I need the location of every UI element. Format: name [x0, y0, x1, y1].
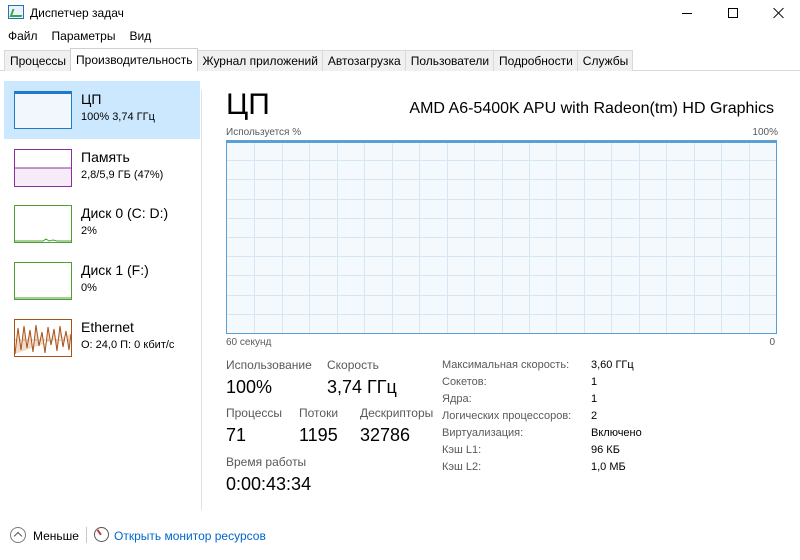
maximize-button[interactable]: [710, 0, 756, 26]
uptime-label: Время работы: [226, 455, 307, 469]
tab-performance[interactable]: Производительность: [70, 48, 198, 71]
usage-label: Использование: [226, 358, 312, 372]
info-l2-value: 1,0 МБ: [591, 461, 626, 473]
sidebar-item-value: 0%: [81, 282, 97, 294]
memory-thumbnail-graph: [15, 167, 71, 186]
sidebar-item-value: О: 24,0 П: 0 кбит/с: [81, 339, 175, 351]
cpu-usage-graph: [226, 140, 777, 334]
info-logical-label: Логических процессоров:: [442, 410, 572, 422]
menu-file[interactable]: Файл: [0, 26, 44, 46]
menu-bar: Файл Параметры Вид: [0, 26, 157, 46]
sidebar-item-label: Ethernet: [81, 319, 134, 335]
minimize-button[interactable]: [664, 0, 710, 26]
sidebar-item-disk0[interactable]: Диск 0 (C: D:) 2%: [4, 195, 200, 253]
sidebar-item-label: ЦП: [81, 91, 102, 107]
graph-axis-zero: 0: [769, 337, 775, 348]
graph-label-max: 100%: [752, 127, 778, 138]
footer-divider: [86, 527, 87, 543]
info-cores-label: Ядра:: [442, 393, 472, 405]
info-logical-value: 2: [591, 410, 598, 422]
handles-label: Дескрипторы: [360, 406, 434, 420]
usage-value: 100%: [226, 377, 273, 397]
uptime-value: 0:00:43:34: [226, 474, 312, 494]
info-cores-value: 1: [591, 393, 598, 405]
info-virtualization-value: Включено: [591, 427, 642, 439]
info-l1-label: Кэш L1:: [442, 444, 482, 456]
sidebar-item-cpu[interactable]: ЦП 100% 3,74 ГГц: [4, 81, 200, 139]
sidebar-item-label: Память: [81, 149, 130, 165]
processes-label: Процессы: [226, 406, 283, 420]
threads-value: 1195: [299, 425, 338, 445]
info-max-speed-label: Максимальная скорость:: [442, 359, 570, 371]
sidebar-item-value: 2%: [81, 225, 97, 237]
tab-users[interactable]: Пользователи: [404, 50, 495, 71]
threads-label: Потоки: [299, 406, 339, 420]
processes-value: 71: [226, 425, 247, 445]
title-bar: Диспетчер задач: [0, 0, 800, 26]
tab-processes[interactable]: Процессы: [4, 50, 72, 71]
ethernet-thumbnail: [14, 319, 72, 357]
tab-startup[interactable]: Автозагрузка: [321, 50, 406, 71]
open-resource-monitor-link[interactable]: Открыть монитор ресурсов: [114, 529, 266, 543]
window-title: Диспетчер задач: [30, 6, 124, 20]
cpu-model: AMD A6-5400K APU with Radeon(tm) HD Grap…: [409, 100, 774, 117]
page-title: ЦП: [226, 88, 270, 121]
footer: Меньше Открыть монитор ресурсов: [0, 522, 800, 552]
speed-label: Скорость: [327, 358, 379, 372]
tab-details[interactable]: Подробности: [493, 50, 578, 71]
close-icon: [773, 7, 785, 19]
menu-options[interactable]: Параметры: [44, 26, 122, 46]
handles-value: 32786: [360, 425, 411, 445]
disk1-thumbnail: [14, 262, 72, 300]
maximize-icon: [728, 8, 738, 18]
info-sockets-label: Сокетов:: [442, 376, 487, 388]
info-virtualization-label: Виртуализация:: [442, 427, 524, 439]
graph-axis-time: 60 секунд: [226, 337, 272, 348]
sidebar-item-value: 2,8/5,9 ГБ (47%): [81, 169, 164, 181]
resource-monitor-icon: [94, 527, 109, 542]
close-button[interactable]: [756, 0, 800, 26]
ethernet-thumbnail-graph: [15, 324, 71, 355]
info-sockets-value: 1: [591, 376, 598, 388]
disk0-thumbnail: [14, 205, 72, 243]
cpu-thumbnail-graph: [15, 92, 71, 128]
speed-value: 3,74 ГГц: [327, 377, 397, 397]
sidebar-item-disk1[interactable]: Диск 1 (F:) 0%: [4, 252, 200, 310]
disk1-thumbnail-graph: [15, 297, 71, 299]
menu-view[interactable]: Вид: [121, 26, 157, 46]
disk0-thumbnail-graph: [15, 238, 71, 242]
info-l1-value: 96 КБ: [591, 444, 620, 456]
cpu-graph-grid: [227, 141, 776, 333]
task-manager-icon: [8, 5, 24, 19]
sidebar-divider: [201, 90, 202, 510]
sidebar-item-label: Диск 1 (F:): [81, 262, 149, 278]
tab-services[interactable]: Службы: [576, 50, 634, 71]
cpu-thumbnail: [14, 91, 72, 129]
tab-app-history[interactable]: Журнал приложений: [196, 50, 323, 71]
chevron-up-icon[interactable]: [10, 527, 26, 543]
tab-bar: Процессы Производительность Журнал прило…: [4, 48, 634, 71]
sidebar-item-memory[interactable]: Память 2,8/5,9 ГБ (47%): [4, 139, 200, 197]
fewer-details-button[interactable]: Меньше: [33, 529, 79, 543]
graph-label-usage: Используется %: [226, 127, 302, 138]
sidebar-item-ethernet[interactable]: Ethernet О: 24,0 П: 0 кбит/с: [4, 309, 200, 367]
sidebar: ЦП 100% 3,74 ГГц Память 2,8/5,9 ГБ (47%)…: [0, 71, 200, 511]
minimize-icon: [682, 12, 692, 14]
info-l2-label: Кэш L2:: [442, 461, 482, 473]
sidebar-item-value: 100% 3,74 ГГц: [81, 111, 155, 123]
info-max-speed-value: 3,60 ГГц: [591, 359, 634, 371]
sidebar-item-label: Диск 0 (C: D:): [81, 205, 169, 221]
memory-thumbnail: [14, 149, 72, 187]
